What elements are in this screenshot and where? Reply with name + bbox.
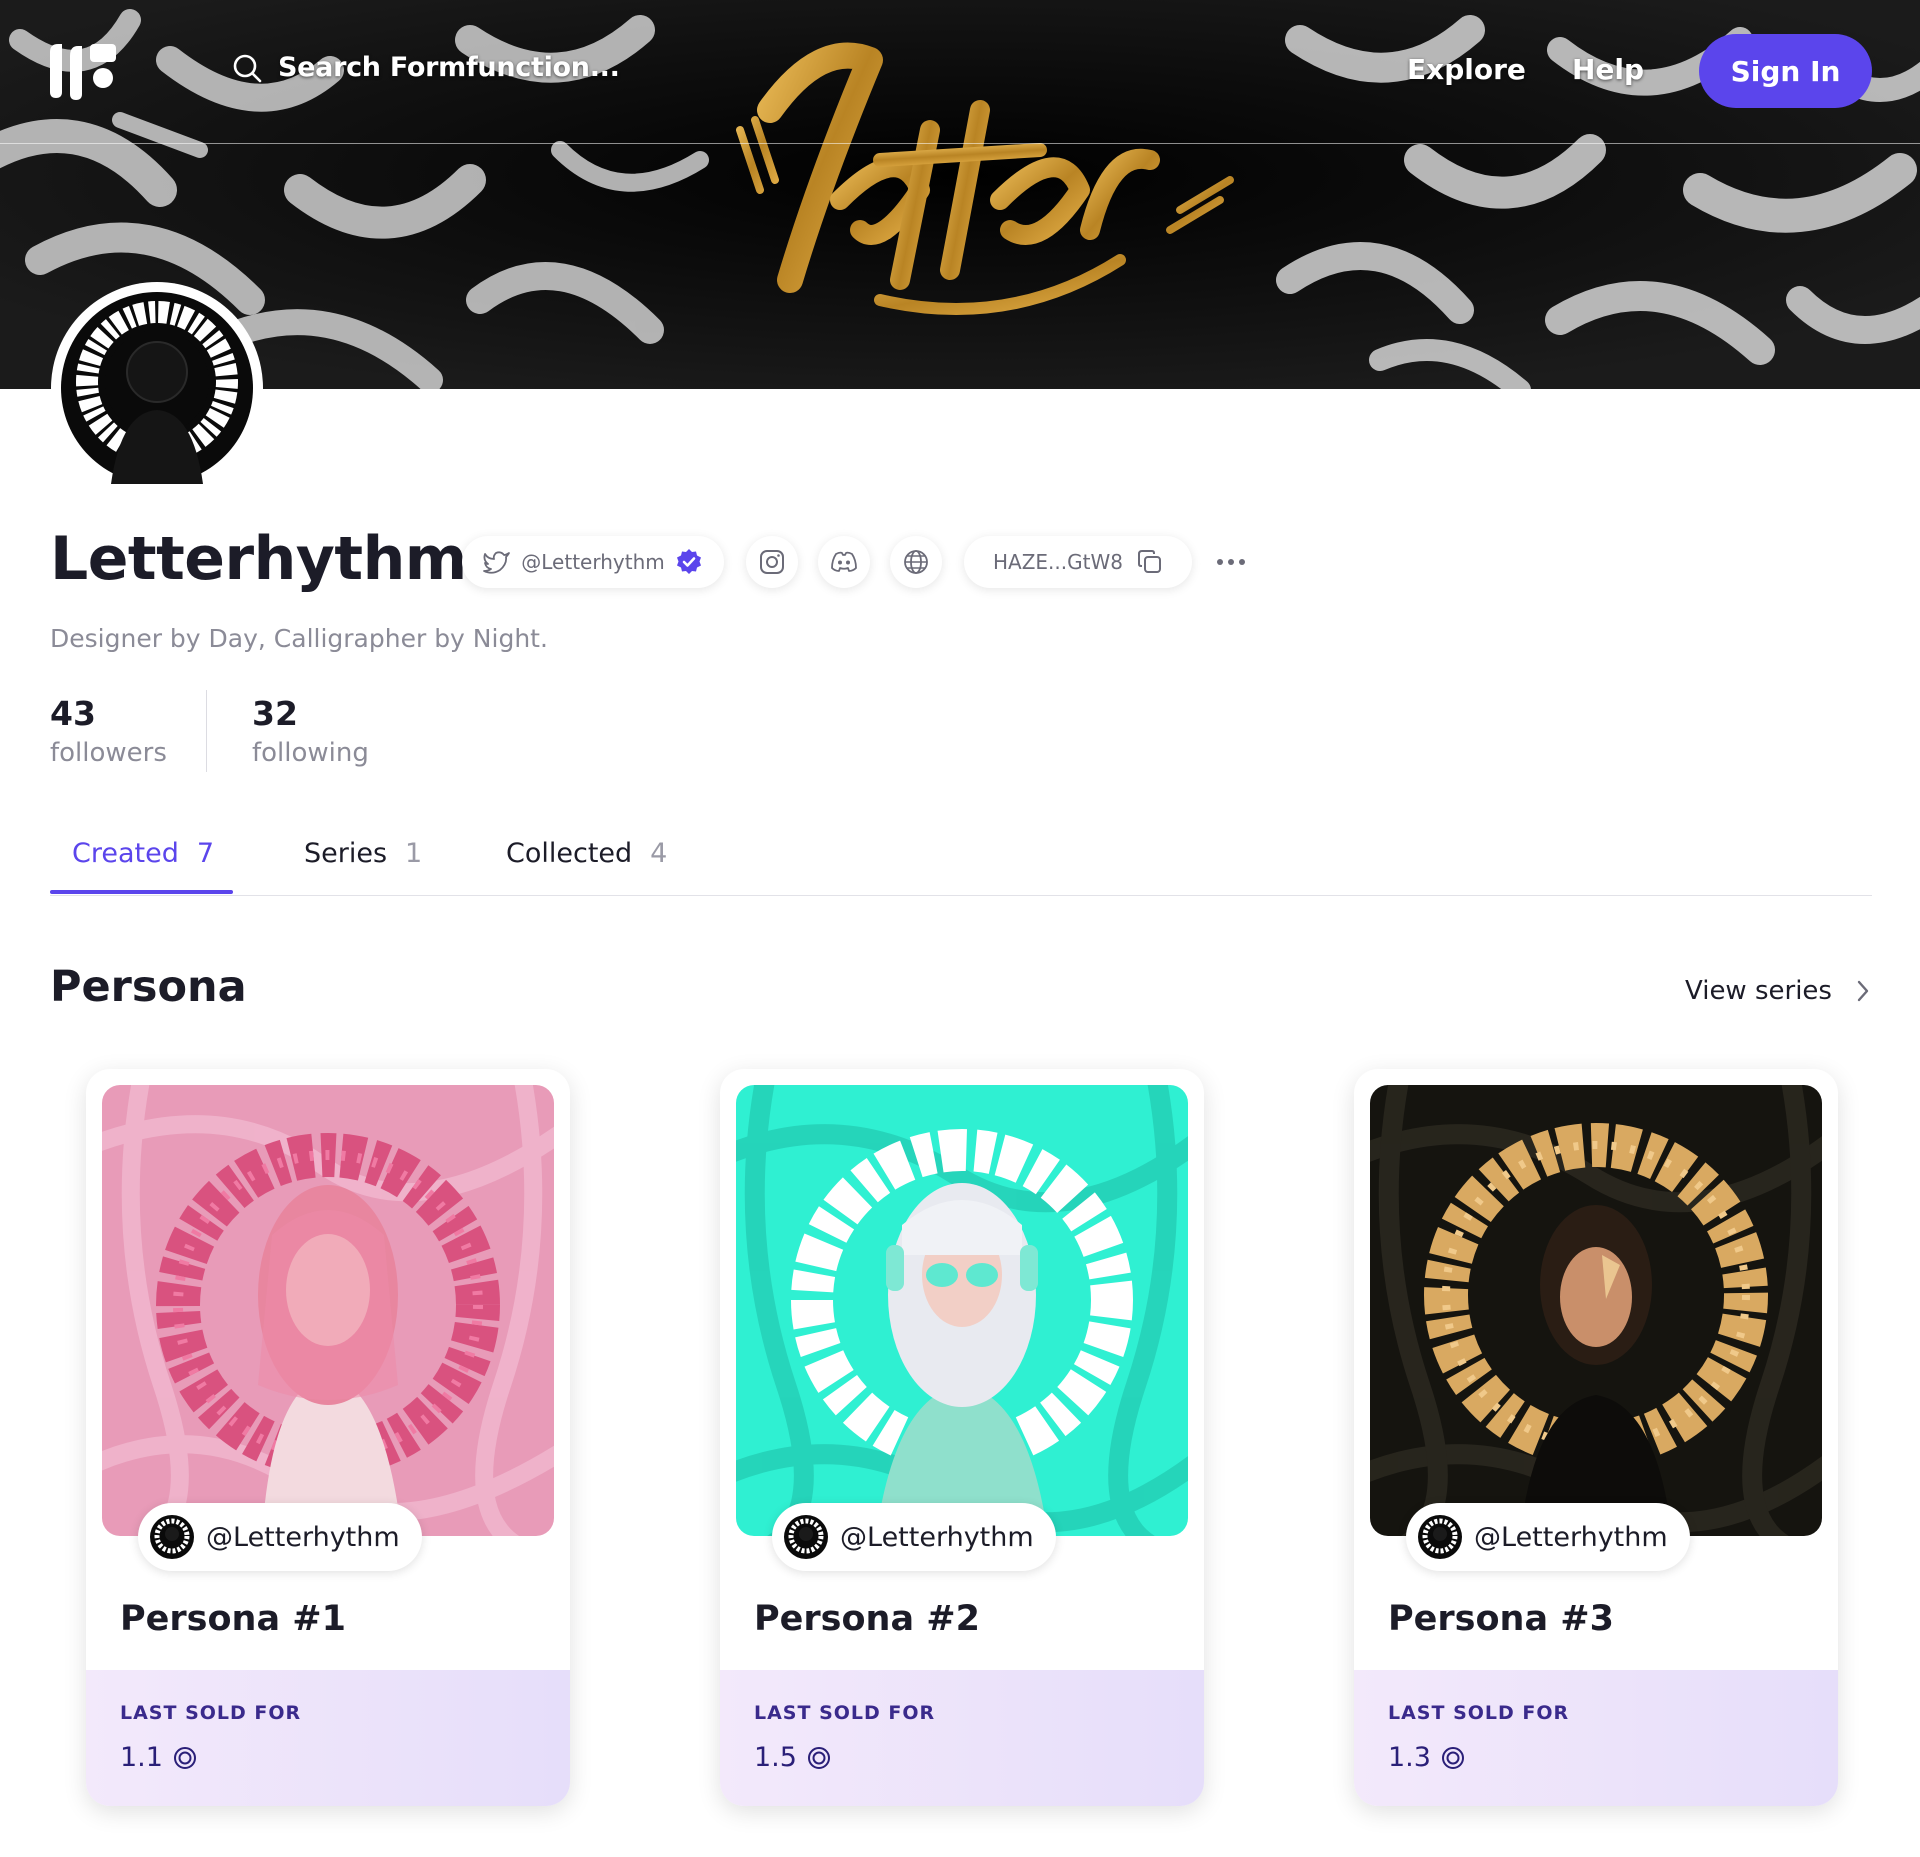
tab-series-label: Series	[304, 838, 388, 869]
tab-created[interactable]: Created 7	[72, 838, 214, 869]
search-bar[interactable]: Search Formfunction...	[232, 52, 620, 83]
profile-avatar	[51, 282, 263, 494]
tab-series-count: 1	[405, 838, 423, 869]
nft-artwork	[1370, 1085, 1822, 1536]
search-placeholder: Search Formfunction...	[278, 52, 620, 83]
active-tab-indicator	[50, 890, 233, 894]
wallet-address: HAZE...GtW8	[993, 550, 1123, 574]
twitter-handle: @Letterhythm	[521, 550, 665, 574]
price: 1.1	[120, 1742, 197, 1773]
nft-title: Persona #2	[754, 1599, 980, 1639]
last-sold-label: LAST SOLD FOR	[120, 1702, 302, 1724]
creator-avatar	[784, 1515, 828, 1559]
tab-collected-count: 4	[650, 838, 668, 869]
sol-currency-icon	[1441, 1746, 1464, 1769]
sol-currency-icon	[807, 1746, 830, 1769]
creator-handle: @Letterhythm	[206, 1521, 400, 1553]
creator-chip[interactable]: @Letterhythm	[138, 1503, 422, 1571]
nft-card[interactable]: @Letterhythm Persona #2 LAST SOLD FOR 1.…	[720, 1069, 1204, 1806]
stats-divider	[206, 690, 207, 772]
formfunction-logo[interactable]	[48, 42, 118, 100]
price-footer: LAST SOLD FOR 1.3	[1354, 1670, 1838, 1806]
tab-series[interactable]: Series 1	[304, 838, 422, 869]
tab-created-count: 7	[196, 838, 215, 869]
creator-chip[interactable]: @Letterhythm	[1406, 1503, 1690, 1571]
followers-count[interactable]: 43	[50, 694, 96, 733]
price-value: 1.3	[1388, 1742, 1431, 1773]
artwork-persona-3	[1370, 1085, 1822, 1536]
price-footer: LAST SOLD FOR 1.5	[720, 1670, 1204, 1806]
instagram-link[interactable]	[746, 536, 798, 588]
tabs-divider	[50, 895, 1872, 896]
website-link[interactable]	[890, 536, 942, 588]
price: 1.3	[1388, 1742, 1465, 1773]
chevron-right-icon	[1857, 980, 1869, 1002]
profile-banner: Search Formfunction... Explore Help Sign…	[0, 0, 1920, 389]
wallet-address-copy[interactable]: HAZE...GtW8	[964, 536, 1192, 588]
discord-icon	[831, 551, 857, 572]
last-sold-label: LAST SOLD FOR	[754, 1702, 936, 1724]
profile-bio: Designer by Day, Calligrapher by Night.	[50, 624, 548, 653]
nft-artwork	[102, 1085, 554, 1536]
sign-in-button[interactable]: Sign In	[1699, 34, 1872, 108]
globe-icon	[904, 550, 928, 574]
avatar-image	[61, 292, 253, 484]
creator-handle: @Letterhythm	[1474, 1521, 1668, 1553]
nft-card[interactable]: @Letterhythm Persona #3 LAST SOLD FOR 1.…	[1354, 1069, 1838, 1806]
artwork-persona-2	[736, 1085, 1188, 1536]
creator-avatar	[1418, 1515, 1462, 1559]
following-count[interactable]: 32	[252, 694, 298, 733]
search-icon	[233, 54, 262, 82]
following-label[interactable]: following	[252, 738, 369, 768]
copy-icon	[1137, 550, 1161, 573]
twitter-link[interactable]: @Letterhythm	[462, 536, 724, 588]
series-title: Persona	[50, 962, 247, 1012]
more-dots-icon[interactable]	[1216, 546, 1246, 578]
tab-created-label: Created	[72, 838, 179, 869]
nft-card[interactable]: @Letterhythm Persona #1 LAST SOLD FOR 1.…	[86, 1069, 570, 1806]
view-series-link[interactable]: View series	[1685, 976, 1870, 1006]
artwork-persona-1	[102, 1085, 554, 1536]
nft-artwork	[736, 1085, 1188, 1536]
nft-title: Persona #3	[1388, 1599, 1614, 1639]
price: 1.5	[754, 1742, 831, 1773]
last-sold-label: LAST SOLD FOR	[1388, 1702, 1570, 1724]
twitter-icon	[483, 551, 511, 574]
top-navigation-bar: Search Formfunction... Explore Help Sign…	[0, 0, 1920, 144]
followers-label[interactable]: followers	[50, 738, 167, 768]
nav-help-link[interactable]: Help	[1572, 53, 1644, 86]
sol-currency-icon	[173, 1746, 196, 1769]
price-value: 1.1	[120, 1742, 163, 1773]
discord-link[interactable]	[818, 536, 870, 588]
profile-name: Letterhythm	[50, 524, 467, 594]
nft-title: Persona #1	[120, 1599, 346, 1639]
view-series-label: View series	[1685, 976, 1832, 1006]
price-footer: LAST SOLD FOR 1.1	[86, 1670, 570, 1806]
creator-handle: @Letterhythm	[840, 1521, 1034, 1553]
nav-explore-link[interactable]: Explore	[1407, 53, 1526, 86]
instagram-icon	[760, 550, 784, 574]
verified-badge-icon	[676, 549, 701, 574]
price-value: 1.5	[754, 1742, 797, 1773]
tab-collected[interactable]: Collected 4	[506, 838, 667, 869]
creator-avatar	[150, 1515, 194, 1559]
tab-collected-label: Collected	[506, 838, 633, 869]
creator-chip[interactable]: @Letterhythm	[772, 1503, 1056, 1571]
